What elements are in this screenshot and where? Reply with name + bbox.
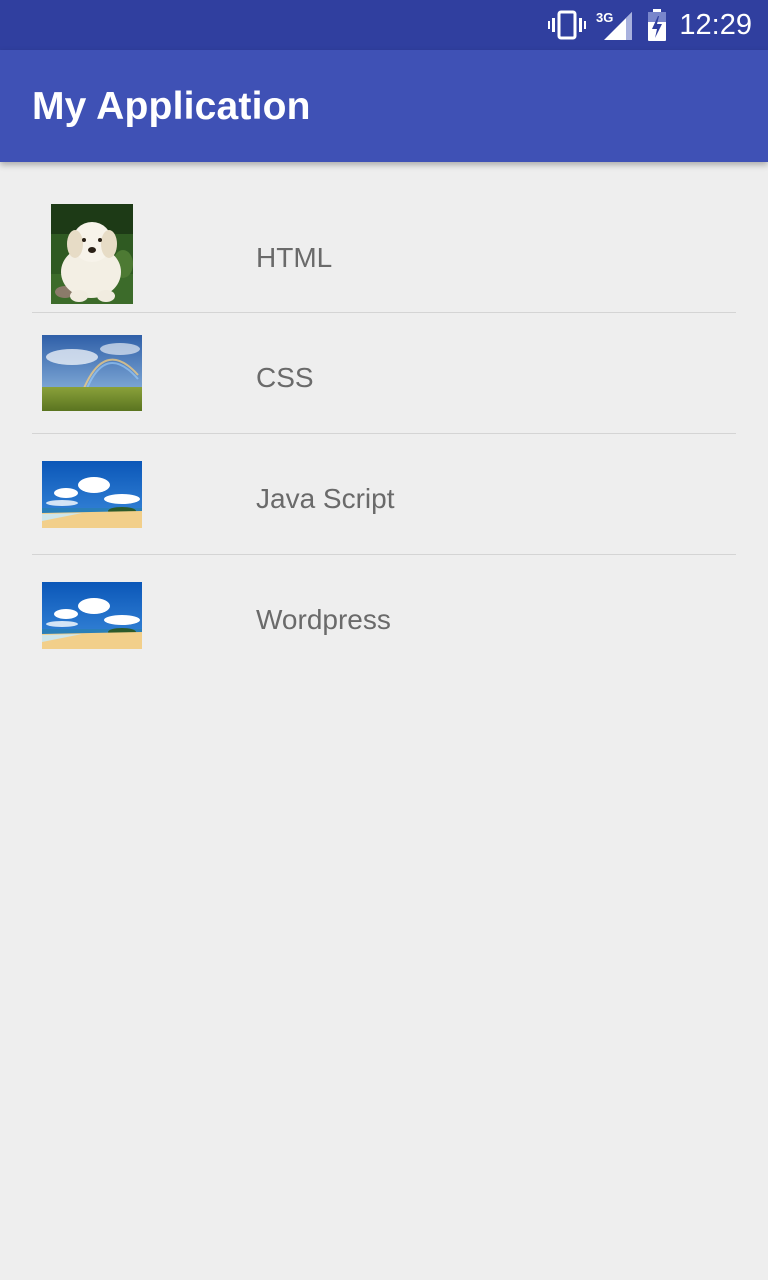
- list-item-label: Wordpress: [256, 604, 391, 635]
- item-list: HTML CSS Java Script Wordpress: [32, 192, 736, 676]
- app-title: My Application: [32, 85, 311, 128]
- list-item-wordpress[interactable]: Wordpress: [32, 555, 736, 676]
- battery-charging-icon: [648, 9, 666, 41]
- network-type-label: 3G: [596, 10, 613, 25]
- list-item-label: Java Script: [256, 483, 395, 514]
- beach-sky-image: [42, 461, 142, 528]
- rainbow-landscape-image: [42, 335, 142, 411]
- list-item-label: HTML: [256, 242, 333, 273]
- puppy-image: [51, 204, 133, 304]
- signal-3g-icon: 3G: [596, 10, 632, 40]
- status-bar: 3G 12:29: [0, 0, 768, 50]
- clock: 12:29: [679, 9, 752, 41]
- app-bar: My Application: [0, 50, 768, 162]
- list-item-label: CSS: [256, 362, 314, 393]
- list-item-java-script[interactable]: Java Script: [32, 434, 736, 555]
- vibrate-icon: [548, 10, 586, 40]
- list-item-css[interactable]: CSS: [32, 313, 736, 434]
- list-item-html[interactable]: HTML: [32, 192, 736, 313]
- beach-sky-image: [42, 582, 142, 649]
